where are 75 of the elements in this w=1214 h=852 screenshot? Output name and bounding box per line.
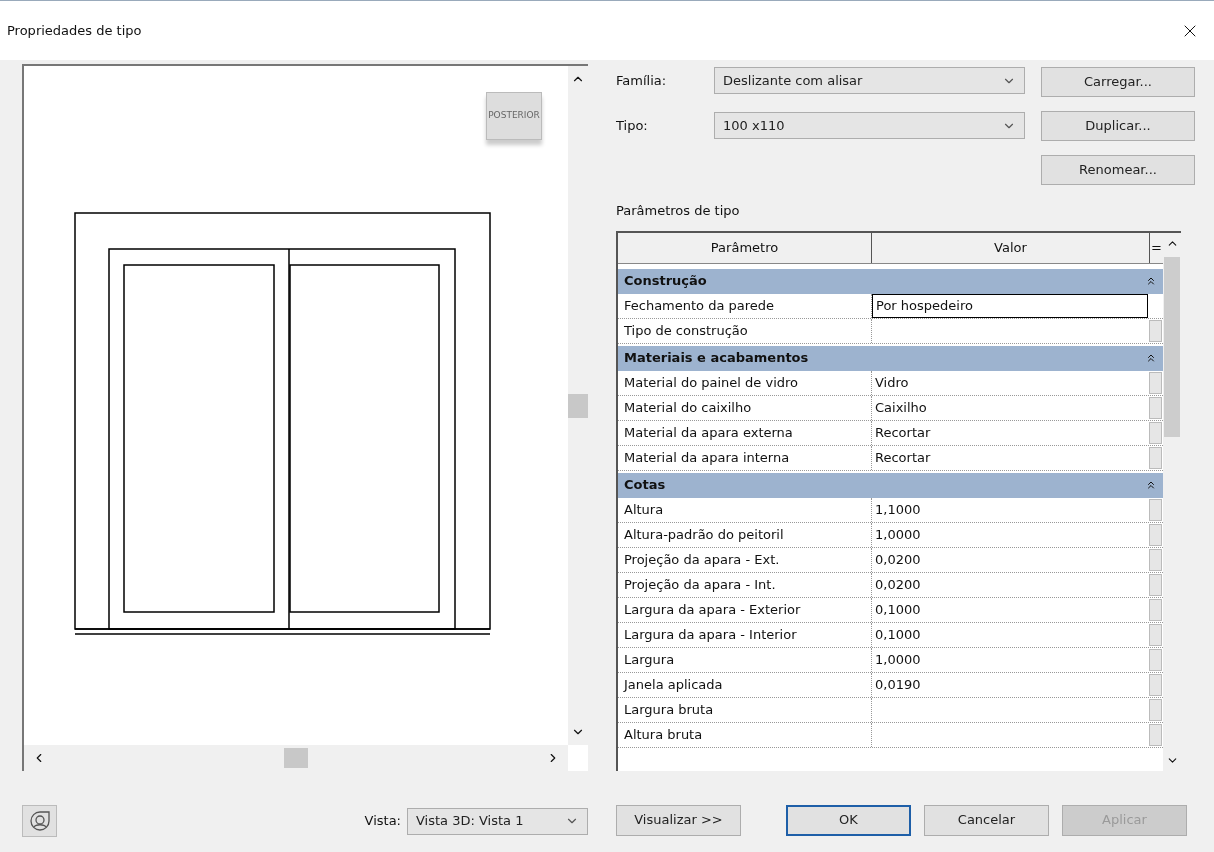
cell-button[interactable] bbox=[1149, 421, 1162, 444]
cell-button[interactable] bbox=[1149, 623, 1162, 646]
value-cell[interactable]: Recortar bbox=[872, 420, 1148, 445]
cell-button[interactable] bbox=[1149, 598, 1162, 621]
value-cell[interactable]: 0,0200 bbox=[872, 547, 1148, 572]
value-cell[interactable]: 1,0000 bbox=[872, 647, 1148, 672]
value-cell[interactable]: 0,0190 bbox=[872, 672, 1148, 697]
dialog-button[interactable]: Visualizar >> bbox=[616, 804, 741, 836]
cell-button[interactable] bbox=[1149, 723, 1162, 746]
column-header[interactable]: Valor bbox=[872, 232, 1150, 263]
collapse-icon[interactable] bbox=[1145, 479, 1157, 491]
cell-button[interactable] bbox=[1149, 523, 1162, 546]
parameter-name: Fechamento da parede bbox=[618, 293, 872, 318]
type-select[interactable]: Deslizante com alisar bbox=[714, 67, 1025, 94]
viewcube[interactable]: POSTERIOR bbox=[486, 92, 542, 140]
parameter-name: Altura bruta bbox=[618, 722, 872, 747]
equals-button[interactable]: = bbox=[1150, 232, 1163, 263]
value-cell[interactable]: 0,0200 bbox=[872, 572, 1148, 597]
cell-button[interactable] bbox=[1149, 548, 1162, 571]
vista-select[interactable]: Vista 3D: Vista 1 bbox=[407, 807, 588, 835]
group-header[interactable]: Materiais e acabamentos bbox=[618, 345, 1163, 371]
group-header[interactable]: Construção bbox=[618, 268, 1163, 294]
field-label: Tipo: bbox=[616, 116, 649, 135]
cell-button[interactable] bbox=[1149, 319, 1162, 342]
value-cell[interactable]: 0,1000 bbox=[872, 597, 1148, 622]
parameter-name: Material da apara externa bbox=[618, 420, 872, 445]
dialog-button[interactable]: Renomear... bbox=[1041, 155, 1195, 185]
scroll-thumb[interactable] bbox=[1164, 256, 1180, 437]
parameter-name: Altura-padrão do peitoril bbox=[618, 522, 872, 547]
group-header[interactable]: Cotas bbox=[618, 472, 1163, 498]
viewcube-label: POSTERIOR bbox=[488, 109, 540, 123]
type-select[interactable]: 100 x110 bbox=[714, 112, 1025, 139]
dialog-button[interactable]: Duplicar... bbox=[1041, 111, 1195, 141]
vertical-scrollbar[interactable] bbox=[568, 66, 588, 745]
window-title: Propriedades de tipo bbox=[7, 21, 142, 40]
collapse-icon[interactable] bbox=[1145, 352, 1157, 364]
vista-label: Vista: bbox=[364, 812, 401, 831]
dialog-button[interactable]: OK bbox=[786, 804, 911, 836]
value-cell[interactable]: Vidro bbox=[872, 370, 1148, 395]
cell-button[interactable] bbox=[1149, 446, 1162, 469]
column-header[interactable]: Parâmetro bbox=[618, 232, 872, 263]
section-caption: Parâmetros de tipo bbox=[616, 202, 741, 220]
parameter-name: Largura da apara - Exterior bbox=[618, 597, 872, 622]
scroll-thumb[interactable] bbox=[568, 393, 588, 418]
cell-button[interactable] bbox=[1149, 498, 1162, 521]
dialog-button[interactable]: Cancelar bbox=[924, 804, 1049, 836]
value-cell[interactable]: Caixilho bbox=[872, 395, 1148, 420]
collapse-icon[interactable] bbox=[1145, 275, 1157, 287]
value-cell[interactable]: Por hospedeiro bbox=[872, 293, 1148, 318]
cell-button[interactable] bbox=[1149, 648, 1162, 671]
parameter-name: Altura bbox=[618, 497, 872, 522]
value-cell[interactable]: 1,0000 bbox=[872, 522, 1148, 547]
value-cell[interactable]: 1,1000 bbox=[872, 497, 1148, 522]
cell-button[interactable] bbox=[1149, 698, 1162, 721]
steering-wheel-button[interactable] bbox=[22, 805, 57, 837]
horizontal-scrollbar[interactable] bbox=[24, 745, 568, 771]
cell-button[interactable] bbox=[1149, 573, 1162, 596]
cell-button[interactable] bbox=[1149, 396, 1162, 419]
cell-button[interactable] bbox=[1149, 673, 1162, 696]
scroll-thumb[interactable] bbox=[284, 748, 308, 768]
parameter-name: Projeção da apara - Ext. bbox=[618, 547, 872, 572]
cell-button[interactable] bbox=[1149, 371, 1162, 394]
parameter-name: Material da apara interna bbox=[618, 445, 872, 470]
parameter-name: Janela aplicada bbox=[618, 672, 872, 697]
value-cell[interactable]: 0,1000 bbox=[872, 622, 1148, 647]
field-label: Família: bbox=[616, 71, 668, 90]
dialog-button[interactable]: Carregar... bbox=[1041, 67, 1195, 97]
parameter-name: Largura da apara - Interior bbox=[618, 622, 872, 647]
parameter-name: Largura bruta bbox=[618, 697, 872, 722]
parameter-name: Tipo de construção bbox=[618, 318, 872, 343]
value-cell[interactable]: Recortar bbox=[872, 445, 1148, 470]
parameter-name: Material do caixilho bbox=[618, 395, 872, 420]
parameter-name: Projeção da apara - Int. bbox=[618, 572, 872, 597]
parameter-name: Largura bbox=[618, 647, 872, 672]
parameter-name: Material do painel de vidro bbox=[618, 370, 872, 395]
